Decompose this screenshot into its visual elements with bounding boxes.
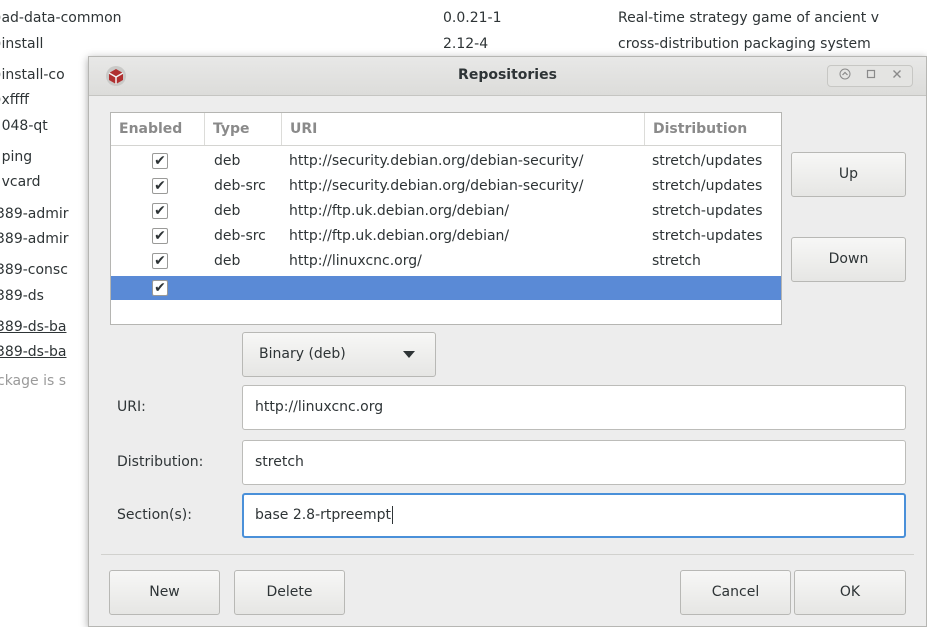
package-version: 0.0.21-1: [443, 10, 502, 26]
cell-distribution: stretch/updates: [652, 178, 763, 194]
cell-distribution: stretch/updates: [652, 153, 763, 169]
sections-input[interactable]: base 2.8-rtpreempt: [242, 493, 906, 538]
sections-input-value: base 2.8-rtpreempt: [255, 507, 391, 523]
package-name: )xffff: [0, 92, 30, 108]
dialog-title: Repositories: [458, 67, 557, 83]
distribution-input-value: stretch: [255, 454, 304, 470]
table-header: Enabled Type URI Distribution: [111, 113, 781, 146]
maximize-icon[interactable]: [861, 67, 881, 85]
enabled-checkbox[interactable]: ✔: [152, 153, 168, 169]
package-name: )install-co: [0, 67, 65, 83]
package-row[interactable]: )ad-data-common 0.0.21-1 Real-time strat…: [0, 7, 927, 29]
enabled-checkbox[interactable]: ✔: [152, 228, 168, 244]
type-combo[interactable]: Binary (deb): [242, 332, 436, 377]
cell-distribution: stretch: [652, 253, 701, 269]
table-row[interactable]: ✔ deb http://linuxcnc.org/ stretch: [111, 250, 781, 272]
enabled-checkbox[interactable]: ✔: [152, 280, 168, 296]
package-description: Real-time strategy game of ancient v: [618, 10, 880, 26]
package-name: !ping: [0, 149, 33, 165]
package-name: 389-ds: [0, 288, 44, 304]
status-text: ckage is s: [0, 373, 67, 389]
cancel-button[interactable]: Cancel: [680, 570, 791, 615]
text-caret: [391, 506, 393, 524]
window-controls: [827, 65, 913, 87]
cell-uri: http://security.debian.org/debian-securi…: [289, 178, 584, 194]
package-name: 389-admir: [0, 231, 69, 247]
new-button[interactable]: New: [109, 570, 220, 615]
dialog-titlebar[interactable]: Repositories: [89, 57, 926, 96]
enabled-checkbox[interactable]: ✔: [152, 178, 168, 194]
cell-type: deb: [214, 153, 241, 169]
uri-input-value: http://linuxcnc.org: [255, 399, 384, 415]
table-row-selected[interactable]: ✔: [111, 276, 781, 300]
enabled-checkbox[interactable]: ✔: [152, 253, 168, 269]
separator: [101, 554, 914, 555]
column-enabled[interactable]: Enabled: [111, 113, 205, 145]
enabled-checkbox[interactable]: ✔: [152, 203, 168, 219]
type-combo-value: Binary (deb): [259, 346, 346, 362]
repositories-dialog: Repositories Enabled Type URI Distributi…: [88, 56, 927, 627]
uri-input[interactable]: http://linuxcnc.org: [242, 385, 906, 430]
table-row[interactable]: ✔ deb http://ftp.uk.debian.org/debian/ s…: [111, 200, 781, 222]
cell-distribution: stretch-updates: [652, 228, 763, 244]
repositories-table[interactable]: Enabled Type URI Distribution ✔ deb http…: [110, 112, 782, 325]
sections-label: Section(s):: [117, 507, 192, 523]
delete-button[interactable]: Delete: [234, 570, 345, 615]
cell-uri: http://security.debian.org/debian-securi…: [289, 153, 584, 169]
package-name: )ad-data-common: [0, 10, 122, 26]
package-row[interactable]: )install 2.12-4 cross-distribution packa…: [0, 33, 927, 55]
up-icon[interactable]: [835, 67, 855, 85]
table-row[interactable]: ✔ deb-src http://security.debian.org/deb…: [111, 175, 781, 197]
package-name: !048-qt: [0, 118, 48, 134]
up-button[interactable]: Up: [791, 152, 906, 197]
package-name: )install: [0, 36, 44, 52]
column-distribution[interactable]: Distribution: [645, 113, 781, 145]
package-description: cross-distribution packaging system: [618, 36, 871, 52]
cell-type: deb-src: [214, 228, 266, 244]
ok-button[interactable]: OK: [794, 570, 906, 615]
distribution-input[interactable]: stretch: [242, 440, 906, 485]
cell-uri: http://ftp.uk.debian.org/debian/: [289, 228, 510, 244]
package-name: 389-consc: [0, 262, 68, 278]
chevron-down-icon: [403, 351, 415, 358]
table-row[interactable]: ✔ deb-src http://ftp.uk.debian.org/debia…: [111, 225, 781, 247]
down-button[interactable]: Down: [791, 237, 906, 282]
package-name: 389-ds-ba: [0, 319, 67, 335]
column-uri[interactable]: URI: [282, 113, 645, 145]
cell-type: deb: [214, 203, 241, 219]
cell-uri: http://linuxcnc.org/: [289, 253, 422, 269]
distribution-label: Distribution:: [117, 454, 204, 470]
package-name: 389-ds-ba: [0, 344, 67, 360]
cell-type: deb-src: [214, 178, 266, 194]
package-version: 2.12-4: [443, 36, 489, 52]
table-row[interactable]: ✔ deb http://security.debian.org/debian-…: [111, 150, 781, 172]
cell-distribution: stretch-updates: [652, 203, 763, 219]
uri-label: URI:: [117, 399, 146, 415]
cell-uri: http://ftp.uk.debian.org/debian/: [289, 203, 510, 219]
cell-type: deb: [214, 253, 241, 269]
close-icon[interactable]: [887, 67, 907, 85]
package-name: 389-admir: [0, 206, 69, 222]
package-name: !vcard: [0, 174, 41, 190]
column-type[interactable]: Type: [205, 113, 282, 145]
